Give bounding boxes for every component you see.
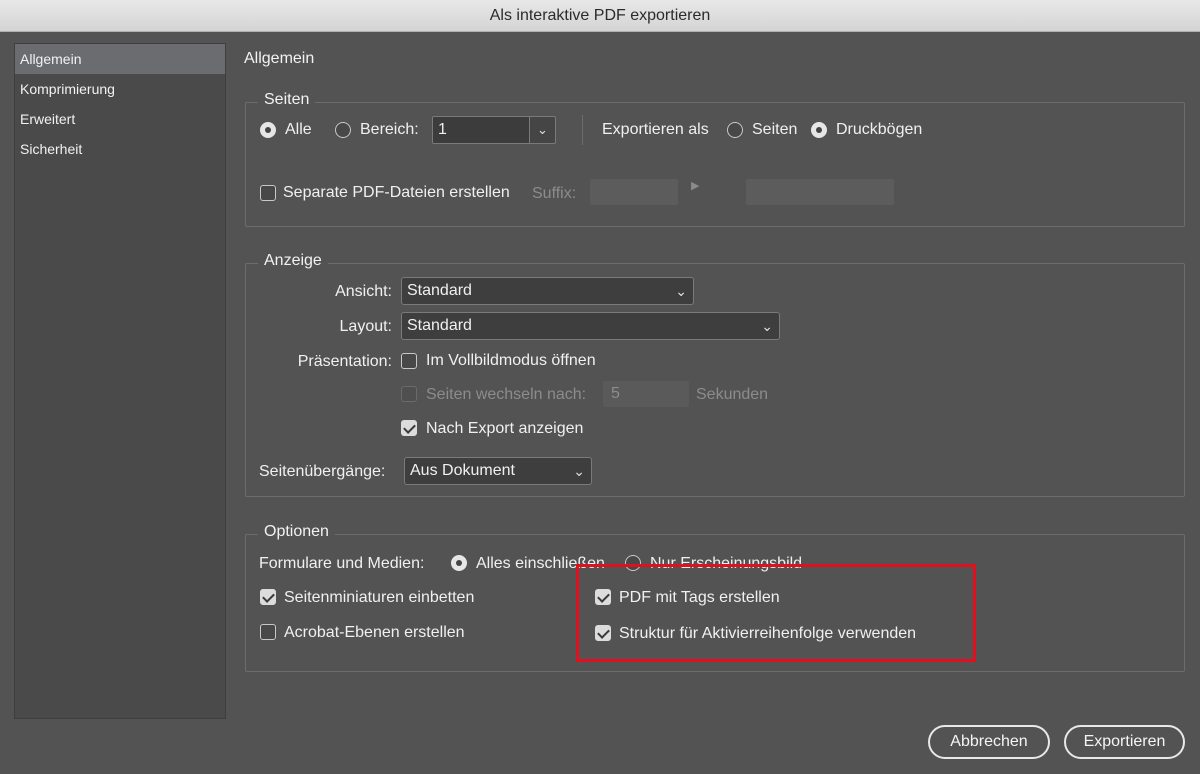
pdf-tags-checkbox[interactable] <box>595 589 611 605</box>
optionen-group: Optionen Formulare und Medien: Alles ein… <box>245 523 1185 672</box>
seitenuebergaenge-label: Seitenübergänge: <box>259 463 386 480</box>
bereich-input[interactable]: 1 <box>432 116 530 144</box>
alle-radio[interactable] <box>260 122 276 138</box>
seiten-wechseln-label: Seiten wechseln nach: <box>426 386 587 403</box>
separate-pdf-label: Separate PDF-Dateien erstellen <box>283 184 510 201</box>
ansicht-label: Ansicht: <box>335 283 392 300</box>
sidebar-item-komprimierung[interactable]: Komprimierung <box>15 74 225 104</box>
pdf-tags-label: PDF mit Tags erstellen <box>619 589 780 606</box>
window-titlebar: Als interaktive PDF exportieren <box>0 0 1200 32</box>
seiten-option-radio[interactable] <box>727 122 743 138</box>
druckboegen-radio[interactable] <box>811 122 827 138</box>
suffix-label: Suffix: <box>532 185 577 202</box>
struktur-label: Struktur für Aktivierreihenfolge verwend… <box>619 625 917 642</box>
nur-erscheinungsbild-radio[interactable] <box>625 555 641 571</box>
formulare-label: Formulare und Medien: <box>259 555 425 572</box>
seiten-wechseln-input[interactable]: 5 <box>603 381 689 407</box>
alle-label: Alle <box>285 121 312 138</box>
seiten-wechseln-checkbox[interactable] <box>401 386 417 402</box>
seiten-wechseln-value: 5 <box>611 385 620 402</box>
anzeige-legend: Anzeige <box>258 252 328 270</box>
ansicht-select[interactable]: Standard ⌄ <box>401 277 694 305</box>
chevron-down-icon: ⌄ <box>761 318 773 334</box>
struktur-checkbox[interactable] <box>595 625 611 641</box>
vollbild-label: Im Vollbildmodus öffnen <box>426 352 596 369</box>
bereich-label: Bereich: <box>360 121 419 138</box>
sidebar-item-sicherheit[interactable]: Sicherheit <box>15 134 225 164</box>
seiten-group: Seiten Alle Bereich: 1 ⌄ Exportieren als… <box>245 91 1185 227</box>
druckboegen-label: Druckbögen <box>836 121 923 138</box>
page-title: Allgemein <box>244 50 315 67</box>
vollbild-checkbox[interactable] <box>401 353 417 369</box>
suffix-preview-field <box>746 179 894 205</box>
layout-select[interactable]: Standard ⌄ <box>401 312 780 340</box>
chevron-right-icon: ▶ <box>691 180 700 192</box>
sidebar-item-allgemein[interactable]: Allgemein <box>15 44 225 74</box>
seitenuebergaenge-select[interactable]: Aus Dokument ⌄ <box>404 457 592 485</box>
sidebar-item-erweitert[interactable]: Erweitert <box>15 104 225 134</box>
exportieren-als-label: Exportieren als <box>602 121 709 138</box>
seitenminiaturen-checkbox[interactable] <box>260 589 276 605</box>
ansicht-value: Standard <box>407 282 472 299</box>
optionen-legend: Optionen <box>258 523 335 541</box>
suffix-input[interactable] <box>590 179 678 205</box>
chevron-down-icon: ⌄ <box>675 283 687 299</box>
bereich-radio[interactable] <box>335 122 351 138</box>
anzeige-group: Anzeige Ansicht: Standard ⌄ Layout: Stan… <box>245 252 1185 497</box>
acrobat-ebenen-label: Acrobat-Ebenen erstellen <box>284 624 465 641</box>
window-title: Als interaktive PDF exportieren <box>489 6 711 24</box>
seitenminiaturen-label: Seitenminiaturen einbetten <box>284 589 475 606</box>
sidebar: Allgemein Komprimierung Erweitert Sicher… <box>14 43 226 719</box>
nur-erscheinungsbild-label: Nur Erscheinungsbild <box>650 555 803 572</box>
chevron-down-icon: ⌄ <box>573 463 585 479</box>
seiten-legend: Seiten <box>258 91 316 109</box>
nach-export-checkbox[interactable] <box>401 420 417 436</box>
chevron-down-icon: ⌄ <box>537 122 548 137</box>
separate-pdf-checkbox[interactable] <box>260 185 276 201</box>
sekunden-label: Sekunden <box>696 386 769 403</box>
layout-value: Standard <box>407 317 472 334</box>
export-button[interactable]: Exportieren <box>1064 725 1185 759</box>
alles-einschliessen-label: Alles einschließen <box>476 555 605 572</box>
acrobat-ebenen-checkbox[interactable] <box>260 624 276 640</box>
alles-einschliessen-radio[interactable] <box>451 555 467 571</box>
nach-export-label: Nach Export anzeigen <box>426 420 584 437</box>
praesentation-label: Präsentation: <box>297 353 392 370</box>
layout-label: Layout: <box>339 318 392 335</box>
cancel-button[interactable]: Abbrechen <box>928 725 1050 759</box>
bereich-dropdown-button[interactable]: ⌄ <box>530 116 556 144</box>
seiten-divider <box>582 115 583 145</box>
seitenuebergaenge-value: Aus Dokument <box>410 462 515 479</box>
seiten-option-label: Seiten <box>752 121 798 138</box>
